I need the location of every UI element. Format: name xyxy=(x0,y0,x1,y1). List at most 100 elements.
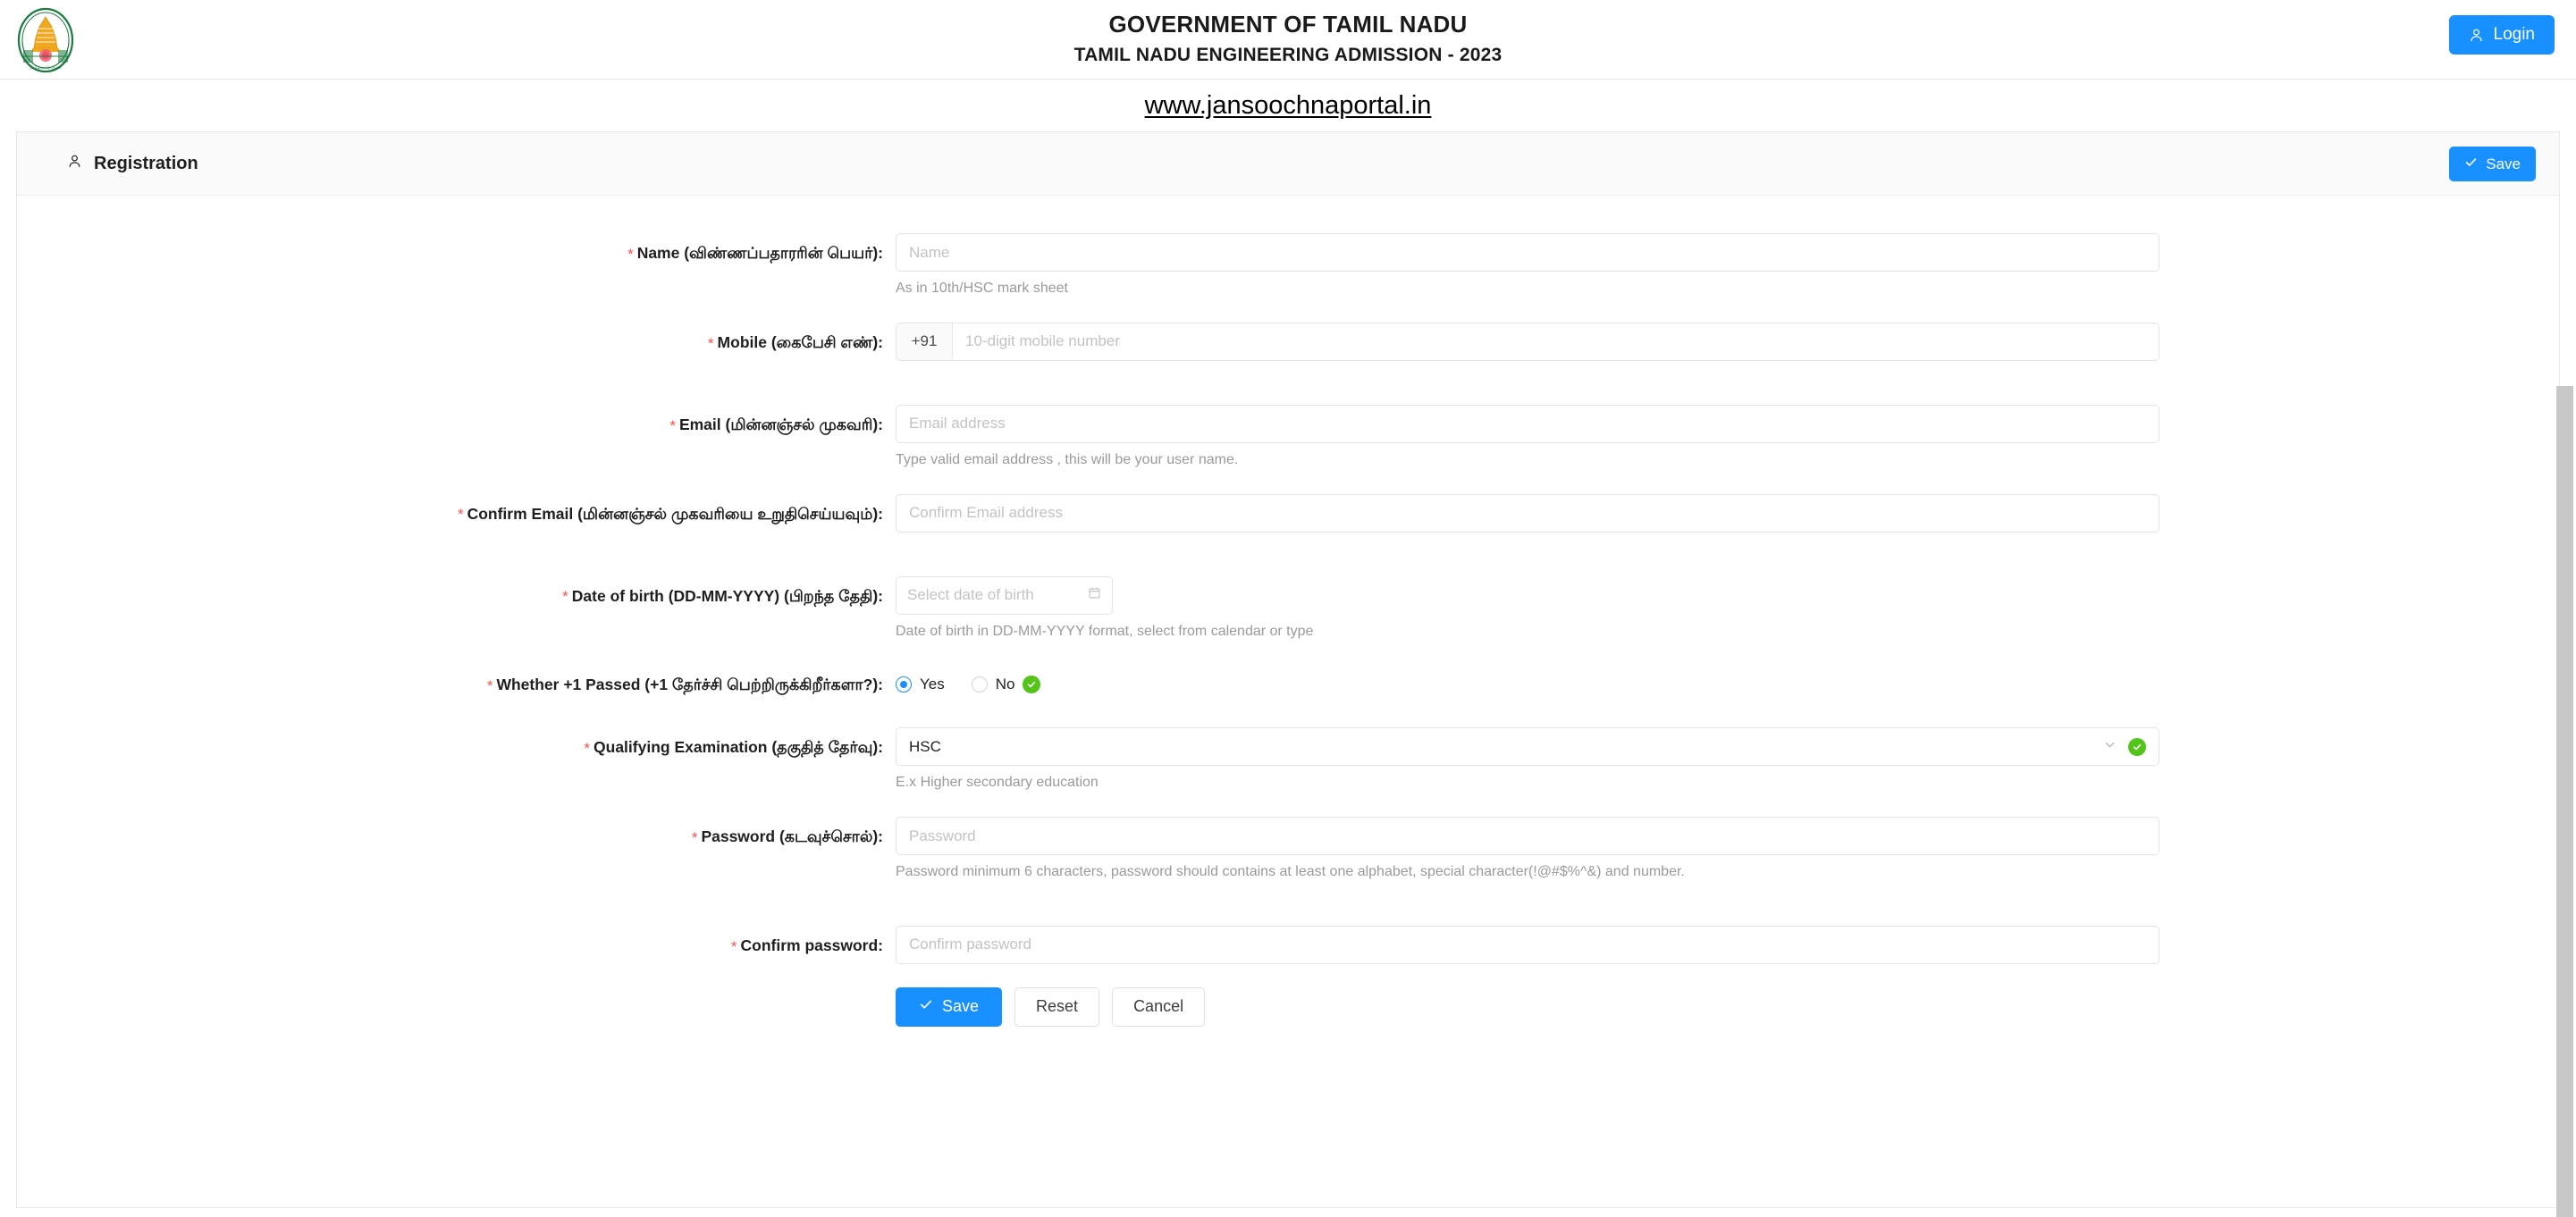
mobile-label-colon: : xyxy=(878,332,883,351)
email-field-col: Type valid email address , this will be … xyxy=(896,404,2559,470)
email-input[interactable] xyxy=(896,404,2159,443)
tamil-nadu-emblem-icon: தமிழ்நாடு அரசு xyxy=(9,4,82,77)
form-row-confirm-password: * Confirm password: xyxy=(17,925,2559,964)
qualifying-exam-value: HSC xyxy=(909,737,941,755)
radio-indicator-no[interactable] xyxy=(971,676,988,692)
email-hint: Type valid email address , this will be … xyxy=(896,451,1239,467)
header-save-label: Save xyxy=(2486,155,2521,172)
qualifying-exam-label-text: Qualifying Examination (தகுதித் தேர்வு) xyxy=(593,738,879,757)
country-code-addon: +91 xyxy=(897,323,953,360)
radio-label-yes: Yes xyxy=(920,675,945,692)
radio-indicator-yes[interactable] xyxy=(896,676,912,692)
page-scrollbar-thumb[interactable] xyxy=(2556,386,2573,1217)
header-save-button[interactable]: Save xyxy=(2449,147,2536,181)
required-marker: * xyxy=(627,245,634,263)
form-row-password: * Password (கடவுச்சொல்): Password minimum… xyxy=(17,817,2559,882)
required-marker: * xyxy=(730,937,737,955)
password-hint: Password minimum 6 characters, password … xyxy=(896,864,1685,880)
dob-label-colon: : xyxy=(878,586,883,605)
registration-header-left: Registration xyxy=(67,154,198,174)
plus-one-passed-field-col: Yes No xyxy=(896,665,2559,703)
required-marker: * xyxy=(691,828,698,846)
confirm-email-input[interactable] xyxy=(896,493,2159,533)
confirm-password-label-colon: : xyxy=(878,936,883,954)
login-button[interactable]: Login xyxy=(2448,15,2555,55)
dob-field-col: Select date of birth Date of birth in DD… xyxy=(896,575,2559,642)
confirm-email-field-col xyxy=(896,493,2559,533)
confirm-password-label: * Confirm password: xyxy=(17,926,896,956)
required-marker: * xyxy=(562,588,568,606)
email-label: * Email (மின்னஞ்சல் முகவரி): xyxy=(17,405,896,435)
registration-title: Registration xyxy=(94,153,198,173)
confirm-password-field-col xyxy=(896,925,2559,964)
radio-option-no[interactable]: No xyxy=(971,675,1015,693)
plus-one-passed-label: * Whether +1 Passed (+1 தேர்ச்சி பெற்றிரு… xyxy=(17,665,896,695)
password-label-colon: : xyxy=(878,827,883,846)
form-row-plus-one-passed: * Whether +1 Passed (+1 தேர்ச்சி பெற்றிரு… xyxy=(17,665,2559,703)
dob-label: * Date of birth (DD-MM-YYYY) (பிறந்த தேதி… xyxy=(17,576,896,607)
qualifying-exam-hint: E.x Higher secondary education xyxy=(896,775,1099,791)
required-marker: * xyxy=(669,416,676,434)
page-subtitle: TAMIL NADU ENGINEERING ADMISSION - 2023 xyxy=(1073,45,1503,66)
mobile-field-col: +91 xyxy=(896,322,2559,361)
validation-success-icon xyxy=(2128,737,2146,756)
check-icon xyxy=(919,997,933,1016)
cancel-button[interactable]: Cancel xyxy=(1112,986,1206,1027)
password-input[interactable] xyxy=(896,817,2159,856)
form-row-qualifying-exam: * Qualifying Examination (தகுதித் தேர்வு)… xyxy=(17,727,2559,793)
validation-success-icon xyxy=(1023,675,1041,693)
required-marker: * xyxy=(584,740,591,758)
app-header: தமிழ்நாடு அரசு GOVERNMENT OF TAMIL NADU … xyxy=(0,0,2576,80)
required-marker: * xyxy=(707,334,714,352)
qualifying-exam-field-col: HSC E.x Higher secondary education xyxy=(896,727,2559,793)
mobile-input-group: +91 xyxy=(896,322,2159,361)
qualifying-exam-select-tools xyxy=(2103,737,2146,756)
page-title: GOVERNMENT OF TAMIL NADU xyxy=(1108,11,1468,38)
plus-one-passed-label-text: Whether +1 Passed (+1 தேர்ச்சி பெற்றிருக… xyxy=(496,676,879,694)
form-row-confirm-email: * Confirm Email (மின்னஞ்சல் முகவரியை உறுத… xyxy=(17,493,2559,533)
user-icon xyxy=(2469,28,2484,43)
svg-text:தமிழ்நாடு அரசு: தமிழ்நாடு அரசு xyxy=(29,65,62,71)
form-row-name: *Name (விண்ணப்பதாரரின் பெயர்): As in 10t… xyxy=(17,233,2559,298)
qualifying-exam-label: * Qualifying Examination (தகுதித் தேர்வு)… xyxy=(17,727,896,758)
save-button-label: Save xyxy=(942,997,980,1016)
page-scrollbar-track[interactable] xyxy=(2554,0,2576,1217)
header-title-block: GOVERNMENT OF TAMIL NADU TAMIL NADU ENGI… xyxy=(0,12,2576,66)
mobile-label-text: Mobile (கைபேசி எண்) xyxy=(717,332,879,351)
user-icon xyxy=(67,154,82,173)
mobile-input[interactable] xyxy=(953,323,2159,360)
confirm-password-label-text: Confirm password xyxy=(740,936,879,954)
chevron-down-icon[interactable] xyxy=(2103,738,2117,756)
radio-option-yes[interactable]: Yes xyxy=(896,676,945,693)
confirm-password-input[interactable] xyxy=(896,925,2159,964)
dob-placeholder: Select date of birth xyxy=(907,586,1034,604)
qualifying-exam-select[interactable]: HSC xyxy=(896,727,2159,767)
portal-url-link[interactable]: www.jansoochnaportal.in xyxy=(1145,91,1432,121)
dob-datepicker[interactable]: Select date of birth xyxy=(896,575,1113,615)
name-label: * Name (விண்ணப்பதாரரின் பெயர்): xyxy=(17,233,896,264)
check-icon xyxy=(2464,155,2478,173)
qualifying-exam-label-colon: : xyxy=(878,738,883,757)
portal-url-strip: www.jansoochnaportal.in xyxy=(0,80,2576,131)
confirm-email-label-colon: : xyxy=(878,504,883,523)
reset-button[interactable]: Reset xyxy=(1014,986,1100,1027)
password-field-col: Password minimum 6 characters, password … xyxy=(896,817,2559,882)
name-input[interactable] xyxy=(896,233,2159,272)
confirm-email-label-text: Confirm Email (மின்னஞ்சல் முகவரியை உறுதி… xyxy=(467,504,879,523)
form-action-buttons: Save Reset Cancel xyxy=(896,986,2559,1027)
name-label-text: Name (விண்ணப்பதாரரின் பெயர்) xyxy=(636,244,879,262)
save-button[interactable]: Save xyxy=(896,986,1003,1027)
radio-label-no: No xyxy=(995,675,1015,692)
password-label-text: Password (கடவுச்சொல்) xyxy=(701,827,879,846)
dob-hint: Date of birth in DD-MM-YYYY format, sele… xyxy=(896,623,1314,639)
